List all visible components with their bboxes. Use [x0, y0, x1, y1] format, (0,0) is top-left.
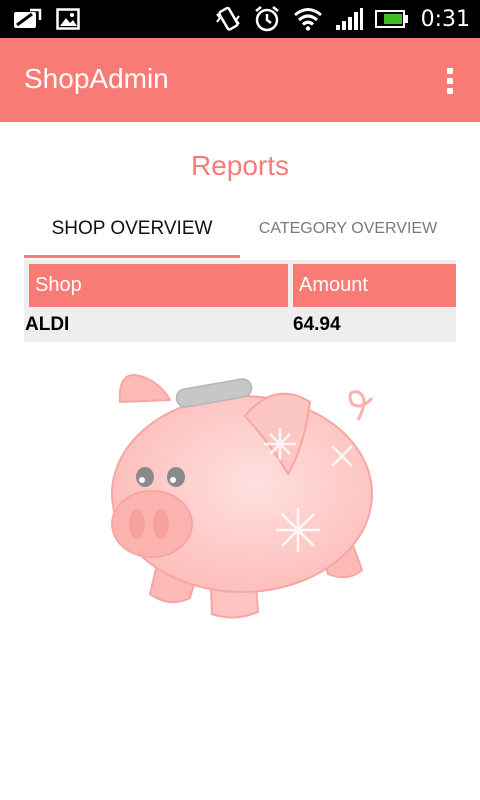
cell-shop: ALDI: [25, 314, 70, 335]
piggy-bank-illustration: [111, 374, 374, 619]
report-table: Shop Amount ALDI 64.94: [24, 260, 456, 342]
cell-amount: 64.94: [293, 314, 341, 335]
status-clock: 0:31: [420, 6, 470, 32]
signal-icon: [335, 8, 363, 30]
column-header-shop: Shop: [29, 264, 288, 307]
page-title: Reports: [190, 150, 290, 181]
battery-icon: [374, 10, 408, 28]
app-bar: ShopAdmin: [0, 38, 480, 122]
vibrate-icon: [215, 6, 240, 31]
column-header-amount: Amount: [293, 264, 456, 307]
table-row[interactable]: ALDI 64.94: [24, 308, 456, 342]
app-title: ShopAdmin: [24, 63, 169, 94]
table-header: Shop Amount: [24, 260, 456, 308]
alarm-icon: [254, 6, 279, 32]
report-tabs: SHOP OVERVIEW CATEGORY OVERVIEW: [24, 200, 456, 258]
wifi-icon: [293, 8, 322, 31]
overflow-menu-icon[interactable]: [446, 68, 454, 94]
status-bar: 0:31: [0, 0, 480, 38]
gallery-sync-icon: [14, 8, 42, 28]
tab-category-overview[interactable]: CATEGORY OVERVIEW: [240, 200, 456, 258]
tab-shop-overview[interactable]: SHOP OVERVIEW: [24, 200, 240, 258]
image-icon: [56, 8, 80, 30]
tab-indicator: [24, 255, 240, 258]
